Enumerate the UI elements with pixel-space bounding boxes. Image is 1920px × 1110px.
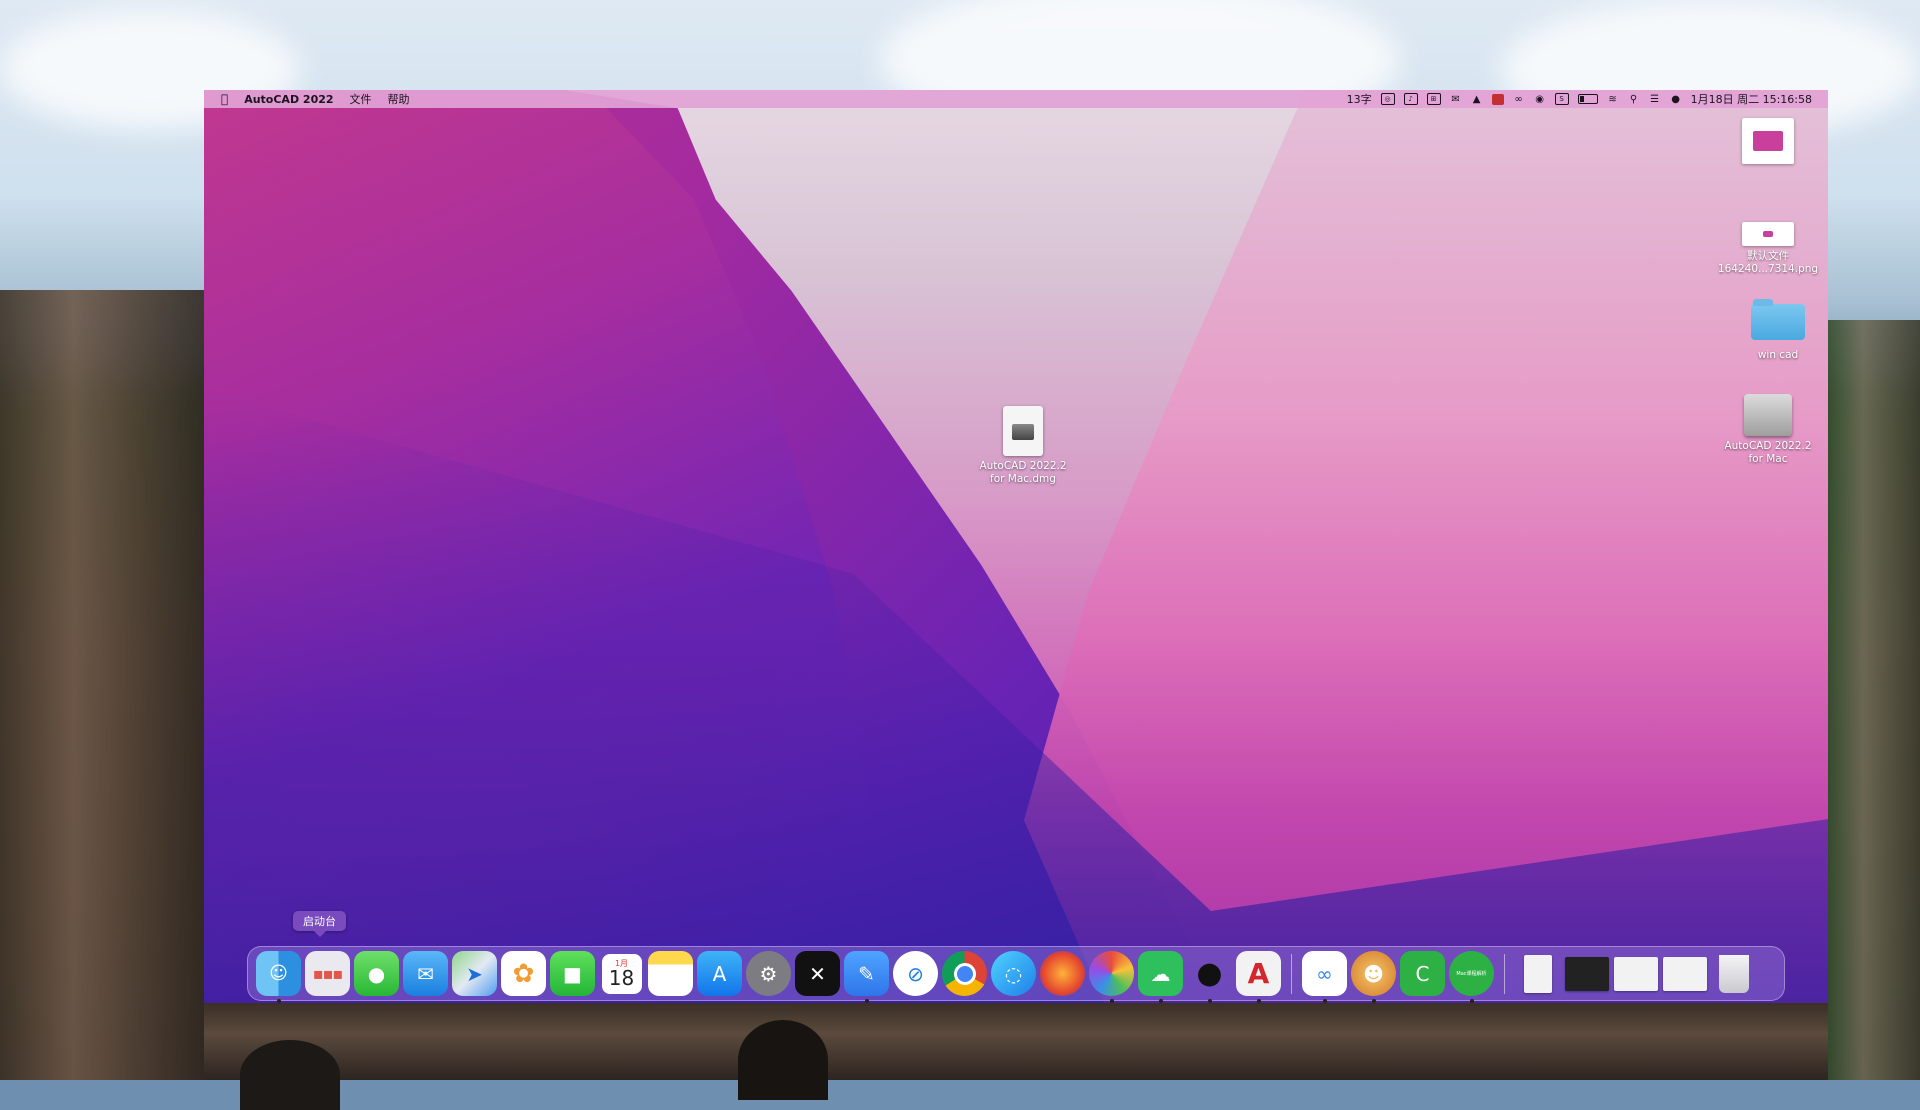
baidu-netdisk-menubar-icon[interactable]: ∞	[1513, 93, 1525, 105]
desktop-dmg-label: AutoCAD 2022.2 for Mac.dmg	[979, 460, 1067, 485]
mac-desktop-wallpaper	[204, 90, 1828, 1003]
qq-browser-icon[interactable]: ◌	[991, 951, 1036, 996]
mail-icon[interactable]: ✉	[403, 951, 448, 996]
wechat-icon[interactable]: ☁	[1138, 951, 1183, 1003]
maps-icon[interactable]: ➤	[452, 951, 497, 996]
disk-image-icon	[1744, 394, 1792, 436]
menu-app-name[interactable]: AutoCAD 2022	[244, 93, 333, 106]
recent-doc-1-icon[interactable]	[1564, 951, 1609, 996]
dock-separator	[1504, 953, 1505, 994]
firefox-icon[interactable]	[1040, 951, 1085, 996]
recent-doc-2-icon[interactable]	[1613, 951, 1658, 996]
image-thumbnail-icon	[1742, 118, 1794, 164]
grid-tool-icon[interactable]: ⊞	[1426, 93, 1441, 105]
trash-icon[interactable]	[1711, 951, 1756, 996]
system-preferences-icon[interactable]: ⚙	[746, 951, 791, 996]
spotlight-search-icon[interactable]: ⚲	[1628, 93, 1640, 105]
desktop-screenshot-thumbnail[interactable]	[1713, 118, 1823, 164]
png-file-icon	[1742, 222, 1794, 246]
dock-separator	[1291, 953, 1292, 994]
photos-icon[interactable]: ✿	[501, 951, 546, 996]
desktop-png-file[interactable]: 默认文件 164240...7314.png	[1713, 222, 1823, 276]
green-app-icon[interactable]: Mac课程解析	[1449, 951, 1494, 1003]
input-status-text[interactable]: 13字	[1347, 91, 1372, 107]
siri-icon[interactable]: ●	[1670, 93, 1682, 105]
wechat-menubar-icon[interactable]: ✉	[1450, 93, 1462, 105]
recent-doc-3-icon[interactable]	[1662, 951, 1707, 996]
app-store-icon[interactable]: A	[697, 951, 742, 996]
calendar-day: 18	[608, 966, 635, 990]
safari-icon[interactable]: ⊘	[893, 951, 938, 996]
battery-icon[interactable]	[1577, 94, 1598, 104]
desktop-png-label: 默认文件 164240...7314.png	[1717, 250, 1819, 275]
microphone-icon[interactable]: ♪	[1403, 93, 1418, 105]
chrome-icon[interactable]	[942, 951, 987, 996]
color-wheel-icon[interactable]	[1089, 951, 1134, 1003]
desktop-folder-win-cad[interactable]: win cad	[1723, 299, 1833, 362]
finder-icon[interactable]: ☺	[256, 951, 301, 1003]
desktop-disk-label: AutoCAD 2022.2 for Mac	[1724, 440, 1812, 465]
downloads-stack-icon[interactable]	[1515, 951, 1560, 996]
menu-file[interactable]: 文件	[350, 91, 372, 107]
person-head-silhouette	[240, 1040, 340, 1110]
control-center-icon[interactable]: ☰	[1649, 93, 1661, 105]
wifi-icon[interactable]: ≋	[1607, 93, 1619, 105]
notification-bird-icon[interactable]: ▲	[1471, 93, 1483, 105]
person-head-silhouette	[738, 1020, 828, 1100]
calendar-icon[interactable]: 1月 18	[599, 951, 644, 996]
screenshot-tool-icon[interactable]: ◎	[1380, 93, 1395, 105]
capcut-icon[interactable]: ✕	[795, 951, 840, 996]
menu-help[interactable]: 帮助	[388, 91, 410, 107]
dock-tooltip: 启动台	[293, 911, 346, 937]
notes-icon[interactable]	[648, 951, 693, 996]
apple-menu-icon[interactable]: 	[221, 92, 228, 106]
dock: ☺ ▪▪▪ ● ✉ ➤ ✿ ■ 1月 18 A ⚙ ✕ ✎ ⊘ ◌ ☁ ● A ∞…	[247, 946, 1785, 1003]
desktop-mounted-disk[interactable]: AutoCAD 2022.2 for Mac	[1713, 394, 1823, 466]
monkey-app-icon[interactable]: ☻	[1351, 951, 1396, 1003]
eye-icon[interactable]: ◉	[1534, 93, 1546, 105]
dmg-file-icon	[1003, 406, 1043, 456]
baidu-netdisk-icon[interactable]: ∞	[1302, 951, 1347, 1003]
qq-icon[interactable]: ●	[1187, 951, 1232, 1003]
s-app-icon[interactable]: S	[1554, 93, 1569, 105]
launchpad-icon[interactable]: ▪▪▪	[305, 951, 350, 996]
desktop-folder-label: win cad	[1757, 349, 1799, 361]
messages-icon[interactable]: ●	[354, 951, 399, 996]
folder-icon	[1751, 299, 1805, 340]
autocad-icon[interactable]: A	[1236, 951, 1281, 1003]
facetime-icon[interactable]: ■	[550, 951, 595, 996]
green-app-label: Mac课程解析	[1456, 971, 1487, 977]
menu-bar:  AutoCAD 2022 文件 帮助 13字 ◎ ♪ ⊞ ✉ ▲ ∞ ◉ S…	[204, 90, 1828, 108]
feishu-icon[interactable]: ✎	[844, 951, 889, 1003]
menubar-datetime[interactable]: 1月18日 周二 15:16:58	[1691, 91, 1812, 107]
desktop-dmg-file[interactable]: AutoCAD 2022.2 for Mac.dmg	[968, 406, 1078, 486]
photo-bottom-strip	[204, 1003, 1828, 1080]
camtasia-icon[interactable]: C	[1400, 951, 1445, 996]
recorder-icon[interactable]	[1491, 93, 1504, 105]
